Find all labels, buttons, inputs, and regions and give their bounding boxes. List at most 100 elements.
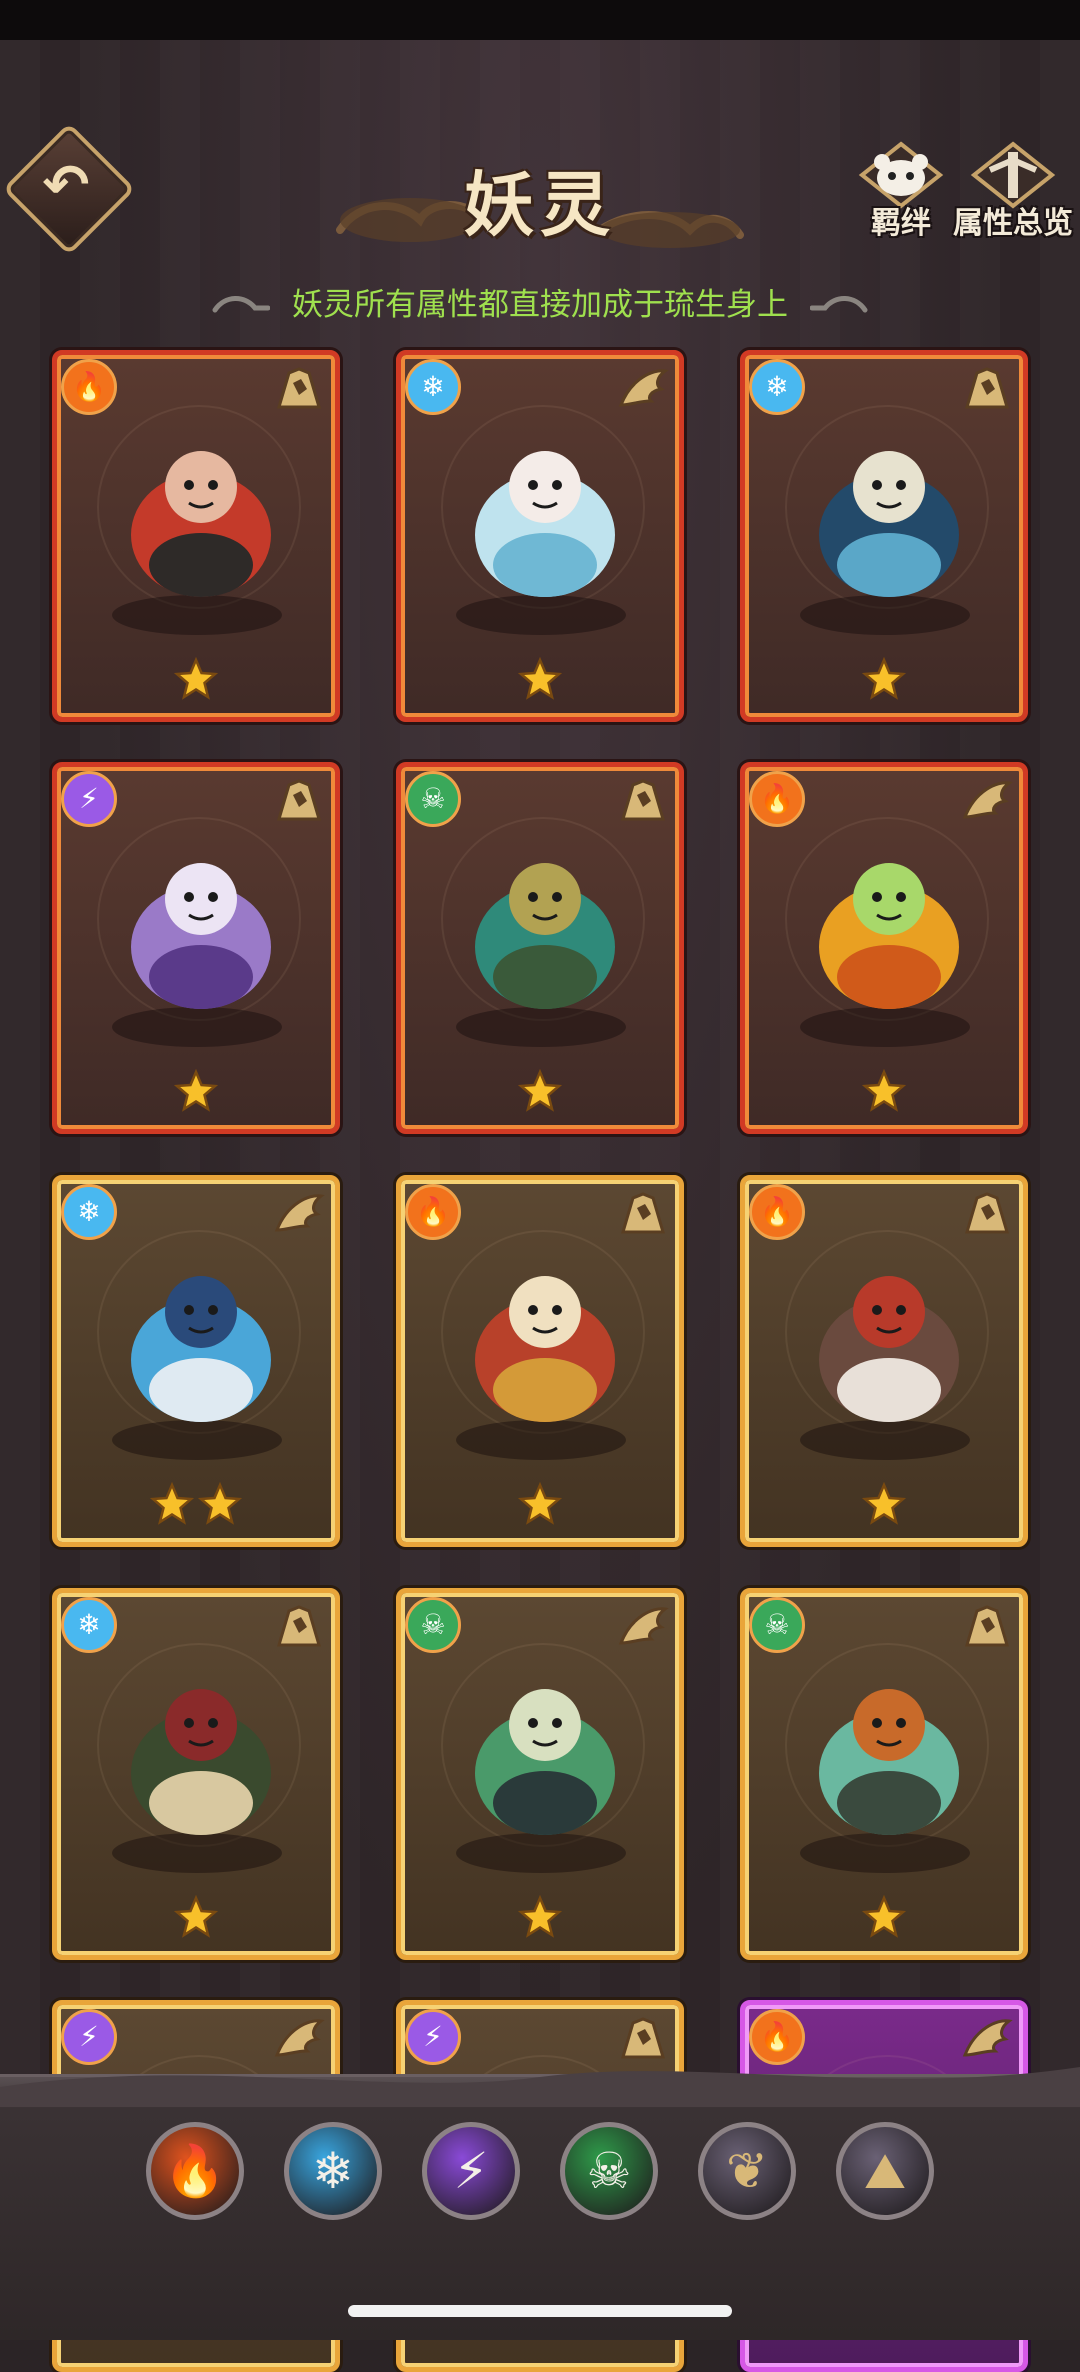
fire-icon: 🔥 (163, 2142, 227, 2200)
shell-type-icon (276, 779, 322, 821)
ram-deer-portrait (819, 1689, 959, 1835)
spirit-card[interactable]: 🔥 (396, 1175, 684, 1547)
spirit-card[interactable]: ☠ (740, 1588, 1028, 1960)
wing-filter-button[interactable]: ❦ (698, 2122, 796, 2220)
star-icon (862, 1069, 906, 1112)
star-icon (518, 657, 562, 700)
wing-type-icon (618, 1607, 669, 1645)
spirit-card[interactable]: ☠ (396, 762, 684, 1134)
wing-icon: ❦ (726, 2142, 768, 2200)
snow-girl-portrait (475, 451, 615, 597)
star-rating (57, 1069, 335, 1115)
thunder-glyph: ⚡ (79, 782, 99, 815)
shell-type-icon (964, 1192, 1010, 1234)
fire-glyph: 🔥 (759, 1195, 795, 1228)
star-icon (518, 1482, 562, 1525)
star-rating (401, 1895, 679, 1941)
fire-element-icon: 🔥 (749, 771, 805, 827)
purple-cat-portrait (131, 863, 271, 1009)
spirit-card[interactable]: ☠ (396, 1588, 684, 1960)
hat-kappa-portrait (819, 1276, 959, 1422)
star-icon (174, 657, 218, 700)
star-rating (57, 1482, 335, 1528)
star-rating (745, 657, 1023, 703)
thunder-element-icon: ⚡ (61, 771, 117, 827)
koi-fish-portrait (131, 1276, 271, 1422)
subtitle-banner: 妖灵所有属性都直接加成于琉生身上 (210, 280, 870, 330)
spirit-card[interactable]: ❄ (52, 1175, 340, 1547)
poison-glyph: ☠ (420, 782, 446, 815)
fire-glyph: 🔥 (759, 782, 795, 815)
ice-glyph: ❄ (77, 1608, 101, 1641)
bar-top-decoration (0, 2067, 1080, 2107)
fire-element-icon: 🔥 (405, 1184, 461, 1240)
star-rating (745, 1482, 1023, 1528)
shell-icon: ⛰ (864, 2142, 906, 2200)
ice-element-icon: ❄ (405, 359, 461, 415)
penguin-scholar-portrait (819, 451, 959, 597)
attribute-overview-label[interactable]: 属性总览 (950, 198, 1076, 242)
subtitle-text: 妖灵所有属性都直接加成于琉生身上 (292, 287, 788, 323)
fire-filter-button[interactable]: 🔥 (146, 2122, 244, 2220)
thunder-filter-button[interactable]: ⚡ (422, 2122, 520, 2220)
star-rating (745, 1069, 1023, 1115)
shell-filter-button[interactable]: ⛰ (836, 2122, 934, 2220)
star-icon (862, 657, 906, 700)
poison-filter-button[interactable]: ☠ (560, 2122, 658, 2220)
fire-glyph: 🔥 (415, 1195, 451, 1228)
spirit-card[interactable]: ⚡ (52, 762, 340, 1134)
ice-element-icon: ❄ (61, 1184, 117, 1240)
home-indicator[interactable] (348, 2305, 732, 2317)
status-bar (0, 0, 1080, 40)
back-arrow-icon: ↶ (42, 153, 90, 218)
wing-type-icon (618, 369, 669, 407)
shell-type-icon (964, 367, 1010, 409)
shell-type-icon (620, 779, 666, 821)
phoenix-portrait (819, 863, 959, 1009)
thunder-icon: ⚡ (453, 2142, 489, 2200)
star-rating (57, 657, 335, 703)
ice-element-icon: ❄ (61, 1597, 117, 1653)
red-haired-ape-portrait (131, 451, 271, 597)
poison-element-icon: ☠ (405, 1597, 461, 1653)
spirit-card[interactable]: ❄ (52, 1588, 340, 1960)
spirit-card[interactable]: ❄ (396, 350, 684, 722)
shield-boar-portrait (475, 1276, 615, 1422)
shell-type-icon (964, 1605, 1010, 1647)
wing-type-icon (962, 781, 1013, 819)
star-rating (745, 1895, 1023, 1941)
star-icon (518, 1895, 562, 1938)
ice-glyph: ❄ (765, 370, 789, 403)
ice-glyph: ❄ (421, 370, 445, 403)
star-icon (150, 1482, 194, 1525)
ice-icon: ❄ (312, 2142, 354, 2200)
shell-type-icon (620, 1192, 666, 1234)
crab-lantern-portrait (131, 1689, 271, 1835)
star-rating (57, 1895, 335, 1941)
star-icon (518, 1069, 562, 1112)
fire-element-icon: 🔥 (61, 359, 117, 415)
star-rating (401, 1482, 679, 1528)
spirit-card[interactable]: 🔥 (740, 1175, 1028, 1547)
spirit-card[interactable]: 🔥 (52, 350, 340, 722)
bond-label[interactable]: 羁绊 (858, 198, 944, 242)
poison-element-icon: ☠ (405, 771, 461, 827)
page-title: 妖灵 (464, 163, 616, 246)
star-icon (862, 1895, 906, 1938)
poison-glyph: ☠ (420, 1608, 446, 1641)
ice-filter-button[interactable]: ❄ (284, 2122, 382, 2220)
star-rating (401, 657, 679, 703)
star-icon (862, 1482, 906, 1525)
ice-glyph: ❄ (77, 1195, 101, 1228)
shell-type-icon (276, 367, 322, 409)
spirit-card[interactable]: ❄ (740, 350, 1028, 722)
star-icon (198, 1482, 242, 1525)
ice-element-icon: ❄ (749, 359, 805, 415)
serpent-tortoise-portrait (475, 863, 615, 1009)
poison-icon: ☠ (586, 2142, 632, 2200)
poison-glyph: ☠ (764, 1608, 790, 1641)
shell-type-icon (276, 1605, 322, 1647)
poison-element-icon: ☠ (749, 1597, 805, 1653)
fire-glyph: 🔥 (71, 370, 107, 403)
spirit-card[interactable]: 🔥 (740, 762, 1028, 1134)
